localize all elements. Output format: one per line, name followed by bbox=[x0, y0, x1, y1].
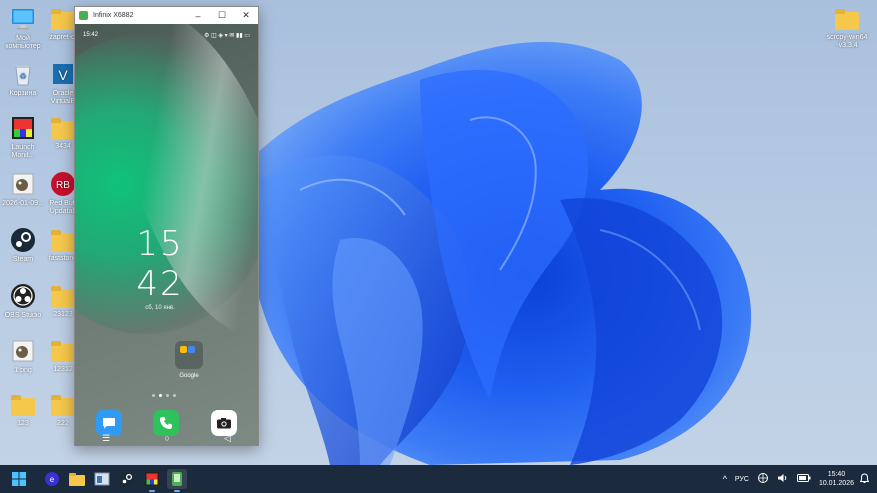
window-titlebar[interactable]: Infinix X6882 – ☐ ✕ bbox=[75, 7, 258, 24]
page-indicator bbox=[152, 394, 176, 397]
minimize-button[interactable]: – bbox=[186, 7, 210, 24]
desktop-icon-label: scrcpy-win64 -v3.3.4 bbox=[826, 34, 868, 49]
desktop-icon-label: 12312 bbox=[53, 366, 73, 373]
recycle-bin-icon: ♻ bbox=[15, 65, 31, 86]
notification-bell-icon[interactable] bbox=[859, 472, 870, 486]
blue-app-icon: e bbox=[45, 472, 59, 486]
desktop-icon-label: 123 bbox=[17, 420, 29, 427]
status-bar: 15:42 ⚙ ◫ ◈ ▾ ✉ ▮▮ ▭ bbox=[83, 32, 250, 39]
desktop-icon-label: OBS Studio bbox=[4, 312, 42, 319]
taskbar-file-explorer[interactable] bbox=[67, 469, 87, 489]
google-folder-label: Google bbox=[179, 373, 199, 379]
desktop-icon-label: zapret-di bbox=[49, 34, 77, 41]
close-button[interactable]: ✕ bbox=[234, 7, 258, 24]
virtualbox-icon: V bbox=[53, 64, 73, 84]
svg-text:V: V bbox=[58, 67, 68, 83]
desktop-icon-label: 222 bbox=[57, 420, 69, 427]
volume-icon[interactable] bbox=[777, 473, 789, 485]
desktop-icon-label: Oracle VirtualB bbox=[50, 90, 76, 105]
message-icon bbox=[103, 418, 115, 429]
desktop-icon-label: 2026-01-09... bbox=[2, 200, 44, 207]
taskbar-steam[interactable] bbox=[117, 469, 137, 489]
desktop-icon-label: 23123 bbox=[53, 311, 73, 318]
svg-text:♻: ♻ bbox=[19, 72, 26, 81]
folder-icon bbox=[51, 286, 75, 307]
desktop-icon-label: Launch Monit... bbox=[11, 144, 35, 159]
computer-icon bbox=[12, 9, 34, 30]
desktop-icon-label: 3434 bbox=[55, 143, 71, 150]
taskbar-app-window[interactable] bbox=[92, 469, 112, 489]
clock-hour: 15 bbox=[136, 224, 184, 264]
language-indicator[interactable]: РУС bbox=[735, 476, 749, 483]
page-dot bbox=[166, 394, 169, 397]
taskbar-scrcpy[interactable] bbox=[167, 469, 187, 492]
folder-icon bbox=[51, 341, 75, 362]
svg-text:RB: RB bbox=[56, 180, 70, 191]
tray-date: 10.01.2026 bbox=[818, 480, 854, 487]
page-dot bbox=[173, 394, 176, 397]
folder-icon bbox=[51, 395, 75, 416]
scrcpy-icon bbox=[172, 472, 182, 486]
window-title: Infinix X6882 bbox=[93, 12, 134, 19]
steam-icon bbox=[11, 228, 35, 252]
taskbar-launch-monitor[interactable] bbox=[142, 469, 162, 492]
scrcpy-window[interactable]: Infinix X6882 – ☐ ✕ 15:42 ⚙ ◫ ◈ ▾ ✉ ▮▮ ▭… bbox=[74, 6, 259, 446]
desktop-icon-label: 1.png bbox=[14, 367, 32, 374]
nav-menu-button[interactable]: ☰ bbox=[102, 433, 110, 444]
clock-minute: 42 bbox=[136, 264, 184, 304]
desktop-icon-label: Мой компьютер bbox=[5, 35, 41, 50]
google-app-mini-icon bbox=[180, 346, 187, 353]
clock-date: сб, 10 янв. bbox=[145, 305, 175, 311]
status-time: 15:42 bbox=[83, 32, 99, 38]
page-dot bbox=[152, 394, 155, 397]
page-dot-active bbox=[159, 394, 162, 397]
red-button-icon: RB bbox=[51, 172, 75, 196]
google-folder[interactable] bbox=[175, 341, 203, 369]
start-button[interactable] bbox=[9, 469, 29, 489]
nav-back-button[interactable]: ◁ bbox=[224, 433, 231, 444]
tray-overflow-chevron[interactable]: ^ bbox=[723, 474, 727, 484]
folder-icon bbox=[51, 9, 75, 30]
google-app-mini-icon bbox=[188, 346, 195, 353]
tray-time: 15:40 bbox=[827, 471, 846, 478]
folder-icon bbox=[835, 9, 859, 30]
phone-screen[interactable]: 15:42 ⚙ ◫ ◈ ▾ ✉ ▮▮ ▭ 15 42 сб, 10 янв. G… bbox=[75, 24, 258, 446]
phone-nav-bar: ☰ ○ ◁ bbox=[75, 430, 258, 446]
taskbar-app-fluent[interactable]: e bbox=[42, 469, 62, 489]
tray-clock[interactable]: 15:40 10.01.2026 bbox=[819, 470, 854, 488]
launch-monitor-icon bbox=[145, 472, 159, 486]
desktop-icon-label: Корзина bbox=[9, 90, 37, 97]
folder-icon bbox=[69, 472, 85, 486]
launch-monitor-icon bbox=[12, 117, 34, 139]
system-tray: ^ РУС 15:40 10.01.2026 bbox=[723, 465, 877, 493]
window-app-icon bbox=[94, 472, 110, 486]
desktop-icon-label: Steam bbox=[12, 256, 34, 263]
desktop-icon-label: faststone bbox=[48, 255, 78, 262]
status-icons: ⚙ ◫ ◈ ▾ ✉ ▮▮ ▭ bbox=[204, 33, 250, 39]
gimp-png-icon bbox=[12, 340, 34, 362]
folder-icon bbox=[51, 230, 75, 251]
taskbar: e ^ РУС 15:40 10.01.2026 bbox=[0, 465, 877, 493]
running-indicator bbox=[149, 490, 155, 492]
camera-icon bbox=[217, 418, 231, 429]
maximize-button[interactable]: ☐ bbox=[210, 7, 234, 24]
phone-icon bbox=[160, 417, 172, 429]
gimp-image-icon bbox=[12, 173, 34, 195]
windows-logo-icon bbox=[12, 472, 26, 486]
obs-icon bbox=[11, 284, 35, 308]
folder-icon bbox=[51, 118, 75, 139]
desktop-icon-scrcpy[interactable]: scrcpy-win64 -v3.3.4 bbox=[822, 6, 872, 50]
folder-icon bbox=[11, 395, 35, 416]
lock-clock: 15 42 bbox=[135, 224, 185, 304]
battery-icon[interactable] bbox=[796, 474, 811, 484]
network-icon[interactable] bbox=[757, 473, 769, 485]
nav-home-button[interactable]: ○ bbox=[164, 433, 169, 443]
desktop-icon-label: Red Butt Updatab bbox=[49, 200, 77, 215]
steam-icon bbox=[120, 472, 134, 486]
app-icon bbox=[79, 11, 88, 20]
running-indicator bbox=[174, 490, 180, 492]
svg-text:e: e bbox=[50, 475, 55, 484]
